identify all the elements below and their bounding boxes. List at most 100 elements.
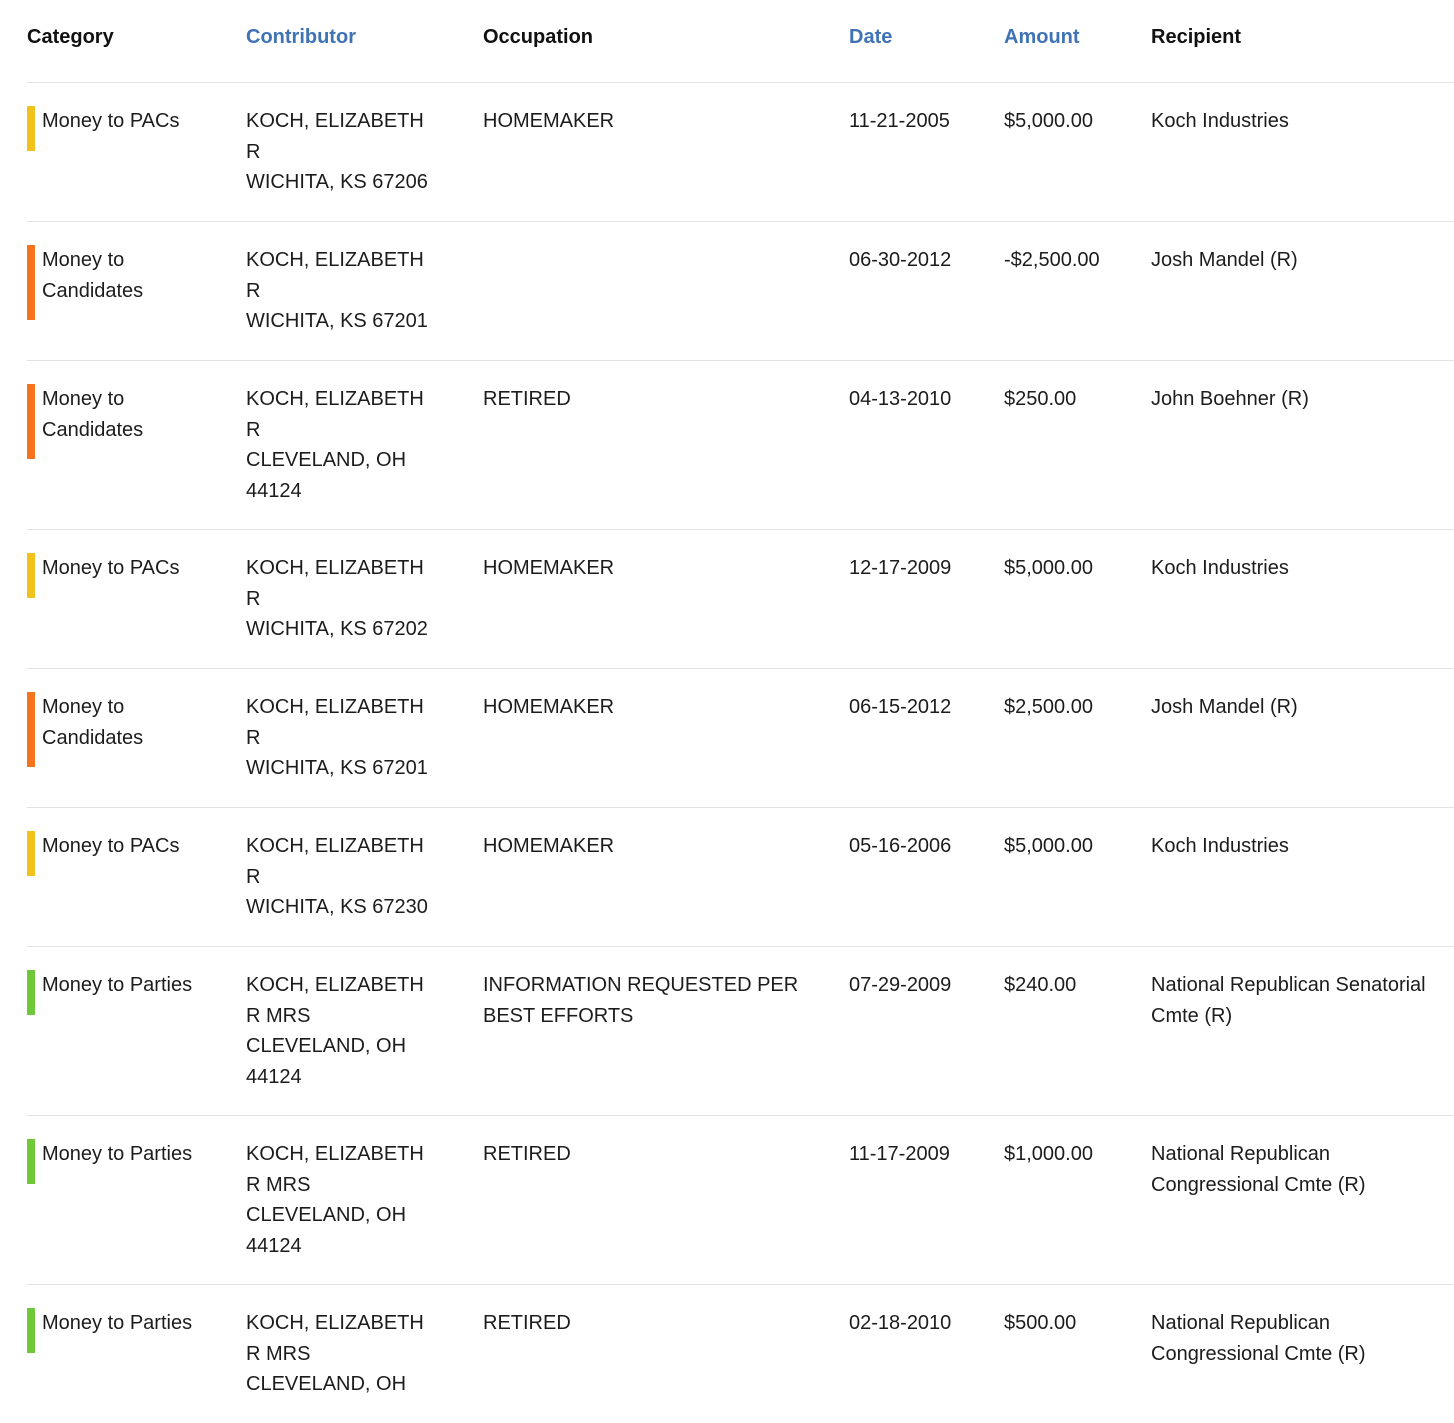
contributor-cell-line: R [246,587,261,610]
contributor-cell-line: KOCH, ELIZABETH [246,249,424,271]
category-cell-line: Candidates [42,418,144,441]
contributor-cell-line: CLEVELAND, OH [246,1035,407,1057]
header-occupation: Occupation [483,26,594,48]
contributor-cell-line: WICHITA, KS 67201 [246,757,428,779]
table-body: Money to PACs KOCH, ELIZABETH R WICHITA, KS… [27,83,1454,1423]
table-row: Money to Candidates KOCH, ELIZABETH R WICHIT… [27,222,1454,361]
header-amount-sort-link[interactable]: Amount [1004,24,1080,50]
occupation-cell-line: BEST EFFORTS [483,1004,634,1027]
contributor-cell-line: KOCH, ELIZABETH [246,1312,424,1334]
amount-cell: $500.00 [1004,1312,1077,1334]
occupation-cell: RETIRED [483,1139,823,1170]
occupation-cell-line: INFORMATION REQUESTED PER [483,974,799,996]
table-row: Money to PACs KOCH, ELIZABETH R WICHITA, KS… [27,83,1454,222]
occupation-cell-line: HOMEMAKER [483,110,615,132]
header-recipient: Recipient [1151,26,1242,48]
contributor-cell-line: KOCH, ELIZABETH [246,974,424,996]
contributor-cell-line: KOCH, ELIZABETH [246,696,424,718]
table-header-row: Category Contributor Occupation Date Amo… [27,0,1454,83]
contributor-cell: KOCH, ELIZABETH R WICHITA, KS 67201 [246,692,446,784]
category-cell-line: Money to Parties [42,1312,193,1334]
table-row: Money to Parties KOCH, ELIZABETH R MRS CLEV… [27,1116,1454,1285]
date-cell: 06-30-2012 [849,249,952,271]
contributor-cell-line: KOCH, ELIZABETH [246,557,424,579]
category-cell-line: Candidates [42,279,144,302]
contributor-cell-line: R [246,418,261,441]
header-category: Category [27,26,114,48]
date-cell: 11-21-2005 [849,110,950,132]
category-cell: Money to Parties [42,1308,232,1339]
date-cell: 02-18-2010 [849,1312,952,1334]
header-date-sort-link[interactable]: Date [849,24,892,50]
table-row: Money to PACs KOCH, ELIZABETH R WICHITA, KS… [27,530,1454,669]
amount-cell: $2,500.00 [1004,696,1093,718]
recipient-cell-line: National Republican Senatorial [1151,974,1426,996]
category-color-bar [27,553,35,598]
recipient-cell: Josh Mandel (R) [1151,245,1451,276]
contributor-cell-line: R [246,726,261,749]
recipient-cell: National Republican Congressional Cmte (R… [1151,1139,1451,1200]
amount-cell: $5,000.00 [1004,557,1093,579]
recipient-cell-line: National Republican [1151,1143,1331,1165]
category-cell-line: Money to [42,696,125,718]
occupation-cell-line: HOMEMAKER [483,696,615,718]
category-color-bar [27,692,35,767]
recipient-cell-line: National Republican [1151,1312,1331,1334]
contributor-cell-line: CLEVELAND, OH [246,1373,407,1395]
contributor-cell-line: CLEVELAND, OH [246,1204,407,1226]
occupation-cell-line: HOMEMAKER [483,557,615,579]
category-cell-line: Money to PACs [42,110,180,132]
category-color-bar [27,1308,35,1353]
category-color-bar [27,970,35,1015]
amount-cell: $1,000.00 [1004,1143,1093,1165]
contributor-cell-line: WICHITA, KS 67206 [246,171,428,193]
occupation-cell: HOMEMAKER [483,106,823,137]
recipient-cell-line: Congressional Cmte (R) [1151,1173,1366,1196]
date-cell: 06-15-2012 [849,696,952,718]
category-cell: Money to PACs [42,831,232,862]
recipient-cell-line: Koch Industries [1151,835,1289,857]
contributor-cell-line: KOCH, ELIZABETH [246,388,424,410]
header-contributor-sort-link[interactable]: Contributor [246,24,356,50]
recipient-cell-line: Josh Mandel (R) [1151,696,1298,718]
amount-cell: $250.00 [1004,388,1077,410]
recipient-cell: Koch Industries [1151,106,1451,137]
date-cell: 04-13-2010 [849,388,952,410]
occupation-cell: INFORMATION REQUESTED PER BEST EFFORTS [483,970,823,1031]
recipient-cell-line: Koch Industries [1151,110,1289,132]
category-cell: Money to Candidates [42,384,232,445]
category-color-bar [27,384,35,459]
recipient-cell: John Boehner (R) [1151,384,1451,415]
contributor-cell: KOCH, ELIZABETH R WICHITA, KS 67201 [246,245,446,337]
contributor-cell-line: WICHITA, KS 67202 [246,618,428,640]
table-row: Money to Parties KOCH, ELIZABETH R MRS CLEV… [27,947,1454,1116]
table-row: Money to Candidates KOCH, ELIZABETH R WICHIT… [27,669,1454,808]
recipient-cell: National Republican Senatorial Cmte (R) [1151,970,1451,1031]
table-row: Money to Candidates KOCH, ELIZABETH R CLEVEL… [27,361,1454,530]
contributor-cell-line: R [246,140,261,163]
table-row: Money to Parties KOCH, ELIZABETH R MRS CLEV… [27,1285,1454,1423]
category-cell: Money to PACs [42,106,232,137]
category-color-bar [27,831,35,876]
contributor-cell-line: R [246,279,261,302]
occupation-cell: HOMEMAKER [483,553,823,584]
contributor-cell-line: CLEVELAND, OH [246,449,407,471]
contributor-cell-line: KOCH, ELIZABETH [246,110,424,132]
occupation-cell: HOMEMAKER [483,831,823,862]
contributor-cell-line: WICHITA, KS 67230 [246,896,428,918]
contributor-cell-line: 44124 [246,1234,302,1257]
contributions-table: Category Contributor Occupation Date Amo… [27,0,1454,1423]
occupation-cell: RETIRED [483,384,823,415]
category-color-bar [27,245,35,320]
category-cell: Money to Parties [42,1139,232,1170]
recipient-cell-line: Koch Industries [1151,557,1289,579]
category-cell-line: Money to Parties [42,1143,193,1165]
category-cell: Money to PACs [42,553,232,584]
contributor-cell: KOCH, ELIZABETH R MRS CLEVELAND, OH 44124 [246,970,446,1092]
recipient-cell-line: Cmte (R) [1151,1004,1233,1027]
date-cell: 12-17-2009 [849,557,952,579]
contributor-cell-line: R MRS [246,1173,311,1196]
category-cell-line: Money to Parties [42,974,193,996]
amount-cell: $5,000.00 [1004,835,1093,857]
category-cell-line: Money to PACs [42,835,180,857]
